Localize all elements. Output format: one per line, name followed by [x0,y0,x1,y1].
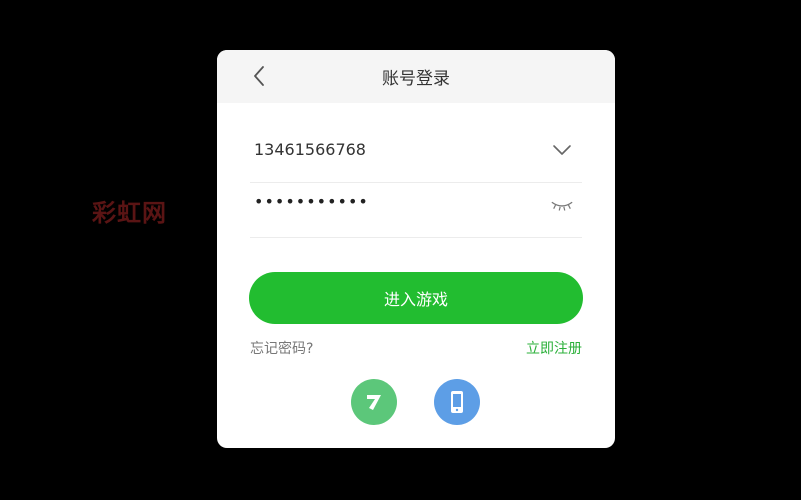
login-dialog: 账号登录 13461566768 ••••••••••• 进入游戏 忘记密码? … [217,50,615,448]
toggle-password-button[interactable] [550,193,574,217]
seven-login-button[interactable] [351,379,397,425]
password-input[interactable]: ••••••••••• [254,192,369,211]
dialog-title: 账号登录 [382,69,450,89]
eye-closed-icon [551,201,573,211]
phone-login-button[interactable] [434,379,480,425]
account-dropdown-button[interactable] [550,138,574,162]
chevron-left-icon [254,66,264,86]
chevron-down-icon [553,145,571,155]
password-field[interactable]: ••••••••••• [250,173,582,238]
phone-icon [451,391,463,413]
register-link[interactable]: 立即注册 [526,338,582,358]
dialog-header: 账号登录 [217,50,615,103]
back-button[interactable] [245,62,273,90]
enter-game-button[interactable]: 进入游戏 [249,272,583,324]
watermark: 彩虹网 [92,199,167,227]
account-input[interactable]: 13461566768 [254,140,366,159]
seven-logo-icon [367,395,381,410]
forgot-password-link[interactable]: 忘记密码? [250,338,313,358]
